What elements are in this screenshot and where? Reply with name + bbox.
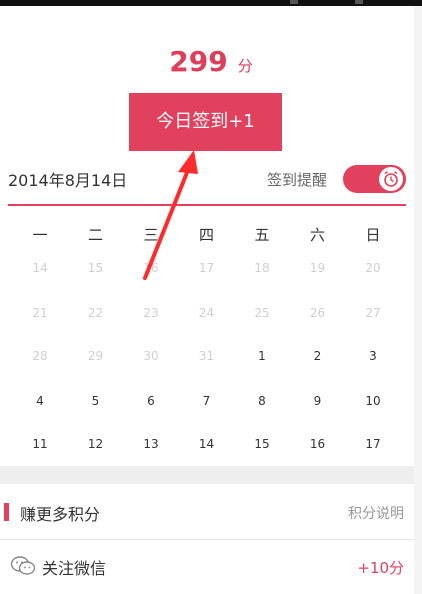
calendar-day[interactable]: 18 (234, 261, 290, 275)
calendar-day[interactable]: 25 (234, 306, 290, 320)
weekday-label: 六 (309, 226, 325, 244)
status-bar-mark (355, 0, 363, 4)
calendar-day[interactable]: 10 (345, 394, 401, 408)
current-date: 2014年8月14日 (8, 171, 128, 190)
earn-section-header: 赚更多积分 积分说明 (0, 497, 414, 531)
alarm-clock-icon (384, 171, 398, 187)
calendar-day[interactable]: 5 (68, 394, 124, 408)
calendar-day[interactable]: 14 (179, 437, 235, 451)
task-reward: +10分 (357, 559, 404, 577)
calendar-day[interactable]: 24 (179, 306, 235, 320)
calendar-day[interactable]: 11 (12, 437, 68, 451)
section-accent-bar (4, 503, 9, 521)
right-edge (414, 6, 422, 594)
calendar-day[interactable]: 19 (290, 261, 346, 275)
weekday-label: 二 (87, 226, 103, 244)
weekday-label: 日 (365, 226, 381, 244)
calendar-day[interactable]: 8 (234, 394, 290, 408)
points-unit: 分 (237, 57, 253, 75)
weekday-label: 五 (254, 226, 270, 244)
weekday-label: 三 (143, 226, 159, 244)
calendar-day[interactable]: 15 (68, 261, 124, 275)
calendar-day[interactable]: 17 (179, 261, 235, 275)
task-follow-wechat[interactable]: 关注微信 +10分 (0, 550, 414, 584)
calendar-day[interactable]: 4 (12, 394, 68, 408)
date-row: 2014年8月14日 签到提醒 (0, 165, 422, 203)
checkin-button[interactable]: 今日签到+1 (129, 93, 282, 151)
points-help-link[interactable]: 积分说明 (348, 503, 404, 523)
calendar-day[interactable]: 14 (12, 261, 68, 275)
calendar-day[interactable]: 1 (234, 349, 290, 363)
calendar-day[interactable]: 30 (123, 349, 179, 363)
calendar-day[interactable]: 27 (345, 306, 401, 320)
calendar-day[interactable]: 17 (345, 437, 401, 451)
calendar-day[interactable]: 22 (68, 306, 124, 320)
toggle-knob (379, 167, 403, 191)
calendar-day[interactable]: 6 (123, 394, 179, 408)
points-value: 299 (169, 45, 228, 78)
task-title: 关注微信 (42, 559, 107, 578)
calendar-day[interactable]: 31 (179, 349, 235, 363)
calendar-day[interactable]: 3 (345, 349, 401, 363)
date-divider (8, 204, 406, 206)
reminder-label: 签到提醒 (267, 171, 328, 189)
weekday-label: 一 (32, 226, 48, 244)
reminder-toggle[interactable] (343, 165, 406, 193)
calendar-day[interactable]: 12 (68, 437, 124, 451)
calendar-day[interactable]: 23 (123, 306, 179, 320)
calendar-day[interactable]: 13 (123, 437, 179, 451)
wechat-icon (10, 556, 36, 575)
earn-section-title: 赚更多积分 (20, 505, 101, 524)
weekday-header: 一二三四五六日 (12, 224, 410, 246)
calendar-day[interactable]: 16 (290, 437, 346, 451)
calendar-day[interactable]: 20 (345, 261, 401, 275)
calendar-day[interactable]: 28 (12, 349, 68, 363)
calendar-day[interactable]: 15 (234, 437, 290, 451)
calendar-day[interactable]: 16 (123, 261, 179, 275)
points-display: 299 分 (0, 45, 422, 78)
status-bar-mark (290, 0, 298, 4)
weekday-label: 四 (198, 226, 214, 244)
calendar-day[interactable]: 7 (179, 394, 235, 408)
calendar-day[interactable]: 2 (290, 349, 346, 363)
calendar-day[interactable]: 21 (12, 306, 68, 320)
calendar-day[interactable]: 9 (290, 394, 346, 408)
status-bar (0, 0, 422, 6)
calendar-day[interactable]: 29 (68, 349, 124, 363)
calendar-day[interactable]: 26 (290, 306, 346, 320)
row-divider (0, 539, 414, 540)
section-separator (0, 466, 414, 484)
